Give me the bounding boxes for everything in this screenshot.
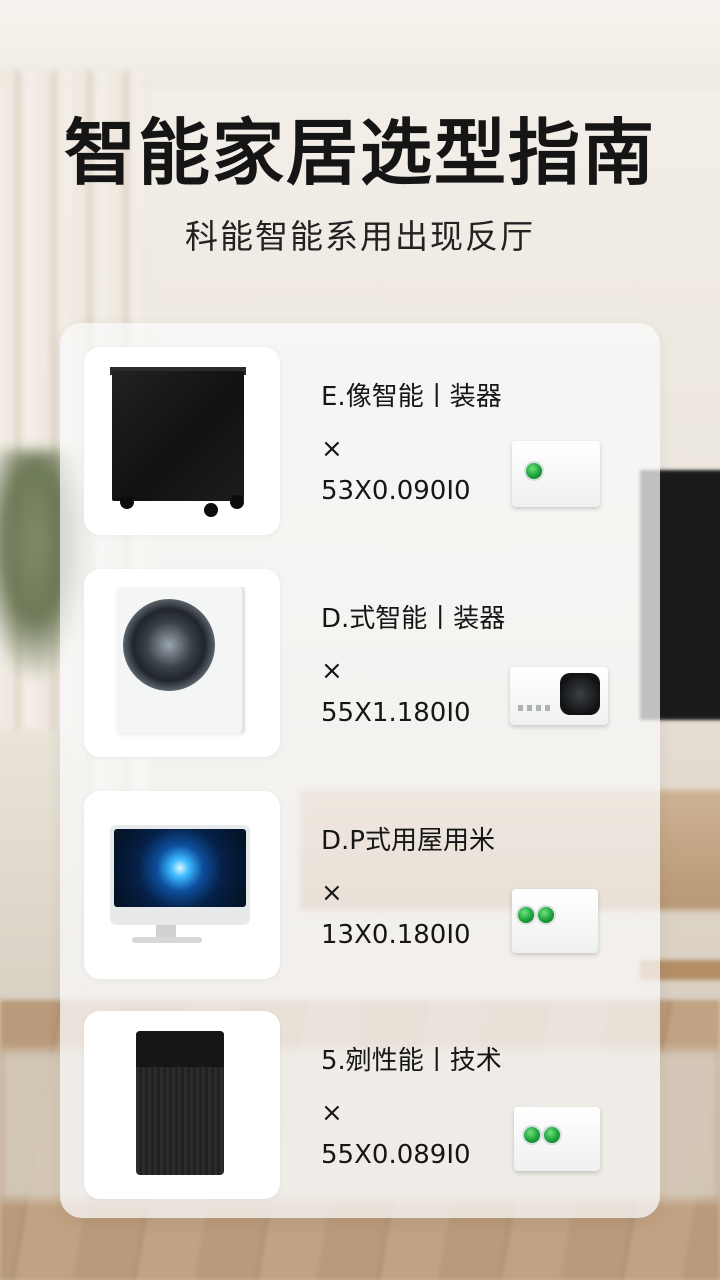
item-name: 5.剜性能丨技术 [321, 1046, 502, 1076]
item-multiplier: × [321, 434, 343, 464]
white-device-two-leds-icon [514, 1107, 600, 1171]
item-name: D.P式用屋用米 [321, 826, 495, 856]
item-multiplier: × [321, 656, 343, 686]
product-list-panel: E.像智能丨装器 × 53X0.090I0 D.式智能丨装器 × 55X1.18… [60, 323, 660, 1218]
washing-machine-icon [84, 569, 280, 757]
list-item[interactable]: E.像智能丨装器 × 53X0.090I0 [84, 347, 644, 537]
list-item[interactable]: D.式智能丨装器 × 55X1.180I0 [84, 569, 644, 759]
page-subtitle: 科能智能系用出现反厅 [185, 217, 535, 256]
white-device-two-leds-icon [512, 889, 598, 953]
list-item[interactable]: D.P式用屋用米 × 13X0.180I0 [84, 791, 644, 981]
black-cabinet-icon [84, 347, 280, 535]
page-title: 智能家居选型指南 [63, 111, 656, 195]
list-item[interactable]: 5.剜性能丨技术 × 55X0.089I0 [84, 1011, 644, 1201]
white-device-green-led-icon [512, 441, 600, 507]
item-spec: 53X0.090I0 [321, 476, 471, 506]
item-spec: 13X0.180I0 [321, 920, 471, 950]
item-multiplier: × [321, 1098, 343, 1128]
air-purifier-icon [84, 1011, 280, 1199]
monitor-icon [84, 791, 280, 979]
item-name: E.像智能丨装器 [321, 382, 502, 412]
item-multiplier: × [321, 878, 343, 908]
item-name: D.式智能丨装器 [321, 604, 506, 634]
item-spec: 55X1.180I0 [321, 698, 471, 728]
item-spec: 55X0.089I0 [321, 1140, 471, 1170]
smart-hub-icon [510, 667, 608, 725]
